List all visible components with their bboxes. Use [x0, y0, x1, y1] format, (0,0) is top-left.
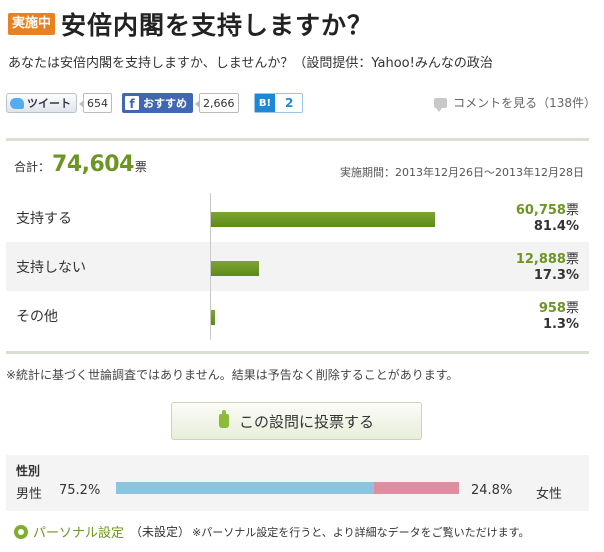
result-votes-number: 60,758 — [515, 203, 566, 218]
vote-button[interactable]: この設問に投票する — [171, 402, 422, 440]
female-label: 女性 — [536, 487, 563, 502]
total-unit: 票 — [134, 160, 147, 174]
result-label: 支持する — [16, 211, 72, 227]
personal-settings: パーソナル設定 （未設定） ※パーソナル設定を行うと、より詳細なデータをご覧いた… — [14, 522, 530, 541]
total-votes: 合計： 74,604 票 — [14, 152, 147, 177]
total-label: 合計： — [14, 160, 51, 174]
personal-settings-link[interactable]: パーソナル設定 — [33, 522, 124, 541]
result-percent: 1.3% — [542, 317, 579, 332]
tweet-label: ツイート — [27, 97, 71, 110]
hand-icon — [218, 410, 229, 428]
facebook-label: おすすめ — [143, 97, 187, 110]
gender-title: 性別 — [16, 464, 41, 478]
vote-button-label: この設問に投票する — [238, 412, 374, 431]
result-row: 支持する 60,758票 81.4% — [6, 193, 589, 242]
gender-bar — [116, 482, 459, 494]
result-votes: 958票 — [539, 297, 579, 316]
poll-period: 実施期間：2013年12月26日〜2013年12月28日 — [340, 166, 584, 179]
gender-breakdown: 性別 男性 75.2% 24.8% 女性 — [6, 455, 589, 511]
total-number: 74,604 — [52, 152, 134, 177]
status-badge: 実施中 — [8, 13, 56, 35]
personal-settings-desc: ※パーソナル設定を行うと、より詳細なデータをご覧いただけます。 — [192, 525, 530, 539]
male-label: 男性 — [16, 487, 43, 502]
question-text: あなたは安倍内閣を支持しますか、しませんか？（設問提供：Yahoo!みんなの政治 — [8, 56, 493, 71]
result-votes-unit: 票 — [565, 301, 579, 316]
page-title: 安倍内閣を支持しますか？ — [61, 11, 374, 40]
result-votes-number: 12,888 — [515, 252, 566, 267]
tweet-button[interactable]: ツイート — [6, 93, 77, 113]
result-votes-unit: 票 — [565, 203, 579, 218]
divider-bottom — [6, 351, 589, 354]
result-bar — [211, 261, 259, 276]
result-row: 支持しない 12,888票 17.3% — [6, 242, 589, 291]
twitter-bird-icon — [10, 97, 24, 109]
result-bar — [211, 212, 435, 227]
result-votes-number: 958 — [538, 301, 566, 316]
title-row: 実施中 安倍内閣を支持しますか？ — [8, 6, 373, 42]
facebook-count: 2,666 — [195, 93, 239, 113]
facebook-widget: f おすすめ 2,666 — [122, 92, 239, 114]
tweet-widget: ツイート 654 — [6, 92, 112, 114]
female-percent: 24.8% — [471, 483, 513, 498]
hatena-bookmark-button[interactable]: B! 2 — [254, 93, 304, 113]
result-row: その他 958票 1.3% — [6, 291, 589, 340]
male-percent: 75.2% — [59, 483, 101, 498]
result-votes: 12,888票 — [516, 248, 579, 267]
comment-bubble-icon — [434, 97, 448, 112]
social-bar: ツイート 654 f おすすめ 2,666 B! 2 コメントを見る（138件） — [6, 92, 596, 116]
comments-label: コメントを見る（138件） — [453, 96, 596, 110]
view-comments-link[interactable]: コメントを見る（138件） — [434, 94, 596, 112]
hatena-widget: B! 2 — [254, 92, 304, 114]
result-bar — [211, 310, 215, 325]
tweet-count: 654 — [79, 93, 112, 113]
divider-top — [6, 138, 589, 141]
result-votes: 60,758票 — [516, 199, 579, 218]
result-label: 支持しない — [16, 260, 86, 276]
result-label: その他 — [16, 309, 58, 325]
personal-settings-status: （未設定） — [130, 525, 191, 539]
hatena-count: 2 — [285, 96, 294, 110]
female-bar-segment — [373, 482, 459, 494]
facebook-recommend-button[interactable]: f おすすめ — [122, 93, 193, 113]
facebook-icon: f — [125, 96, 139, 110]
result-percent: 81.4% — [533, 219, 579, 234]
result-votes-unit: 票 — [565, 252, 579, 267]
disclaimer-note: ※統計に基づく世論調査ではありません。結果は予告なく削除することがあります。 — [6, 368, 459, 382]
male-bar-segment — [116, 482, 374, 494]
hatena-bookmark-icon: B! — [255, 94, 275, 112]
result-percent: 17.3% — [533, 268, 579, 283]
results-table: 支持する 60,758票 81.4% 支持しない 12,888票 17.3% そ… — [6, 193, 589, 340]
gear-icon — [14, 524, 28, 539]
